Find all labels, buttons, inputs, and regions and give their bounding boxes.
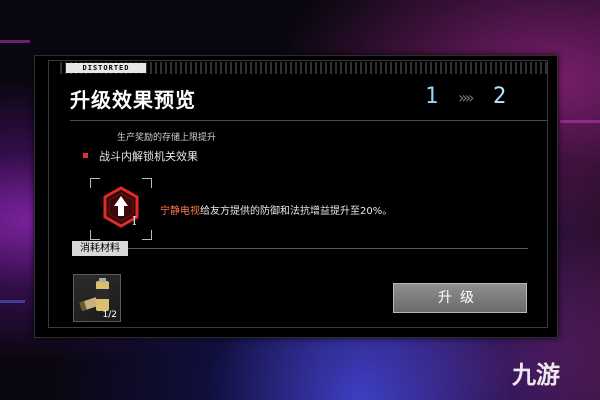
title-divider (70, 120, 548, 121)
distorted-tag: DISTORTED (66, 63, 146, 73)
background-glitch-stripe (560, 120, 600, 123)
effect-description: 宁静电视给友方提供的防御和法抗增益提升至20%。 (160, 202, 392, 217)
level-arrow-icon: »» (458, 88, 474, 107)
storage-upgrade-text: 生产奖励的存储上限提升 (117, 133, 217, 143)
material-item-slot[interactable]: 1/2 (73, 274, 121, 322)
watermark-logo: 九游 (512, 361, 560, 389)
mechanism-icon-frame (90, 178, 152, 240)
level-next: 2 (493, 84, 507, 109)
bullet-icon (83, 153, 88, 158)
upgrade-button[interactable]: 升级 (393, 283, 527, 313)
background-glitch-stripe (0, 300, 25, 303)
effect-highlight-name: 宁静电视 (160, 206, 200, 217)
battle-upgrade-text: 战斗内解锁机关效果 (99, 150, 198, 163)
background-glitch-stripe (0, 40, 30, 43)
materials-divider (72, 248, 528, 249)
material-count: 1/2 (102, 310, 117, 320)
mechanism-hexagon-icon (103, 186, 139, 228)
level-current: 1 (425, 84, 439, 109)
mechanism-level-numeral: I (132, 214, 137, 228)
page-title: 升级效果预览 (70, 88, 196, 112)
effect-text: 给友方提供的防御和法抗增益提升至20%。 (200, 206, 393, 217)
materials-section-label: 消耗材料 (72, 241, 128, 256)
